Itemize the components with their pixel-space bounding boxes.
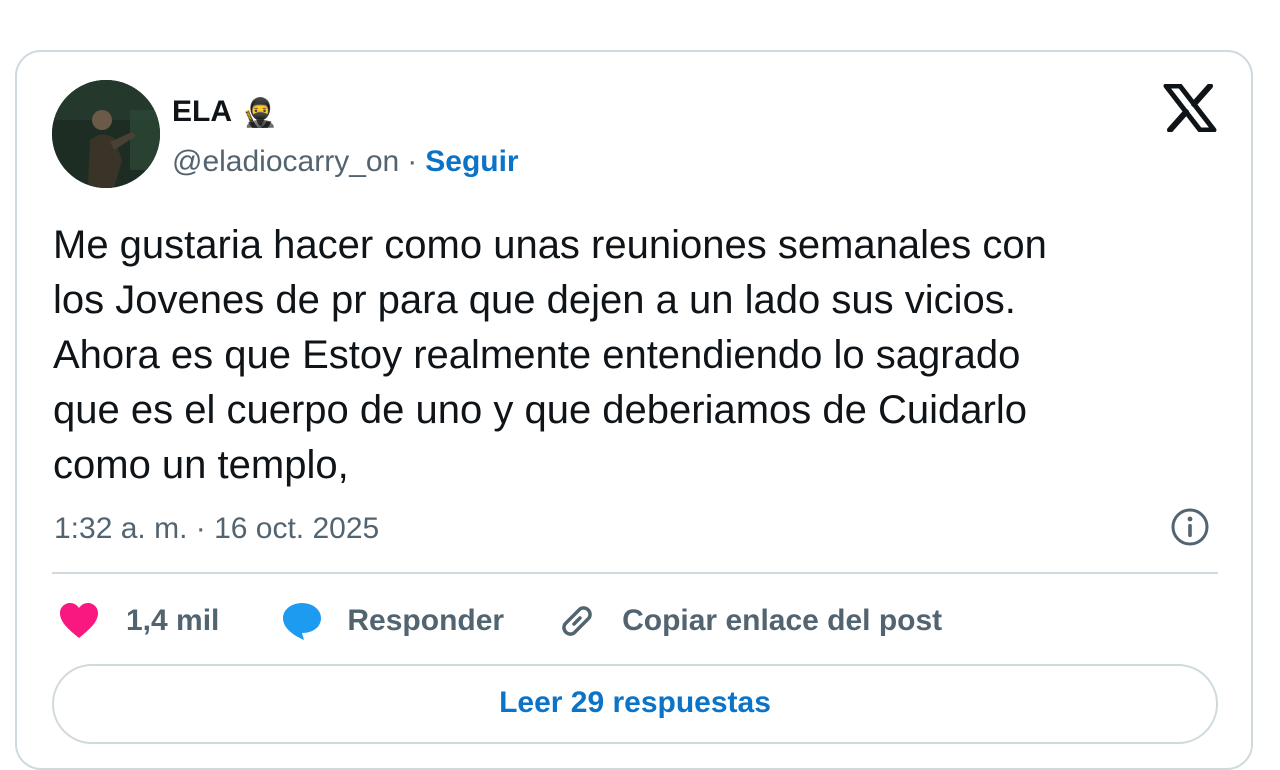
- author-handle[interactable]: @eladiocarry_on: [172, 145, 399, 179]
- tweet-text: Me gustaria hacer como unas reuniones se…: [53, 223, 1047, 487]
- read-replies-label: Leer 29 respuestas: [499, 686, 771, 719]
- link-icon: [562, 606, 592, 636]
- action-bar: 1,4 mil Responder Copiar enlace del post: [58, 598, 942, 644]
- info-icon[interactable]: [1170, 507, 1210, 547]
- tweet-timestamp[interactable]: 1:32 a. m. · 16 oct. 2025: [54, 507, 379, 551]
- ninja-emoji: 🥷: [242, 95, 277, 129]
- heart-icon: [60, 603, 98, 638]
- read-replies-button[interactable]: Leer 29 respuestas: [52, 664, 1218, 744]
- copy-link-button[interactable]: Copiar enlace del post: [556, 600, 942, 642]
- author-name[interactable]: ELA: [172, 95, 232, 129]
- follow-button[interactable]: Seguir: [425, 145, 518, 179]
- separator-dot: ·: [407, 145, 418, 178]
- author-name-row: ELA 🥷: [172, 90, 277, 134]
- reply-label: Responder: [347, 604, 505, 637]
- copy-link-label: Copiar enlace del post: [622, 604, 943, 637]
- like-count: 1,4 mil: [126, 604, 220, 637]
- avatar[interactable]: [52, 80, 160, 188]
- like-button[interactable]: 1,4 mil: [58, 602, 219, 640]
- x-logo-icon[interactable]: [1163, 84, 1217, 132]
- author-handle-row: @eladiocarry_on · Seguir: [172, 140, 519, 184]
- speech-bubble-icon: [283, 603, 322, 640]
- divider: [52, 572, 1218, 574]
- reply-button[interactable]: Responder: [281, 601, 504, 641]
